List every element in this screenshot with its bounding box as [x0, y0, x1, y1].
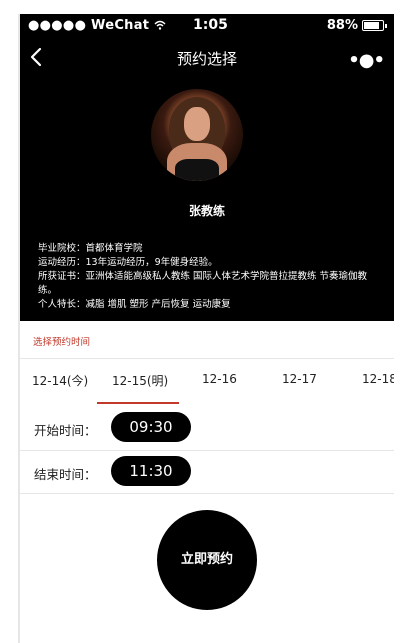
divider — [20, 358, 394, 359]
coach-info: 毕业院校：首都体育学院 运动经历：13年运动经历，9年健身经验。 所获证书：亚洲… — [38, 242, 384, 312]
carrier-label: ●●●●● WeChat — [28, 18, 166, 33]
end-time-picker[interactable]: 11:30 — [111, 456, 191, 486]
date-tabs: 12-14(今) 12-15(明) 12-16 12-17 12-18 — [20, 360, 394, 404]
start-time-picker[interactable]: 09:30 — [111, 412, 191, 442]
phone-screen: ●●●●● WeChat 1:05 88% 预约选择 •●• 张教练 毕业院校：… — [20, 14, 394, 643]
end-time-row: 结束时间： 11:30 — [20, 452, 394, 492]
book-now-button[interactable]: 立即预约 — [157, 510, 257, 610]
more-icon[interactable]: •●• — [348, 50, 385, 71]
battery-indicator: 88% — [326, 18, 387, 33]
status-bar: ●●●●● WeChat 1:05 88% — [20, 14, 394, 38]
date-tab[interactable]: 12-14(今) — [32, 372, 88, 389]
selected-tab-indicator — [97, 402, 179, 404]
info-school: 毕业院校：首都体育学院 — [38, 243, 143, 254]
end-time-label: 结束时间： — [34, 467, 97, 482]
info-specialties: 个人特长：减脂 增肌 塑形 产后恢复 运动康复 — [38, 299, 231, 310]
divider — [20, 493, 394, 494]
divider — [20, 450, 394, 451]
select-time-hint: 选择预约时间 — [33, 337, 91, 348]
date-tab[interactable]: 12-17 — [282, 372, 317, 386]
battery-icon — [362, 20, 387, 31]
clock: 1:05 — [193, 17, 228, 33]
coach-name: 张教练 — [188, 204, 225, 218]
battery-percent: 88% — [326, 18, 358, 33]
nav-bar: 预约选择 •●• — [20, 40, 394, 76]
coach-avatar — [151, 89, 243, 181]
date-tab[interactable]: 12-18 — [362, 372, 394, 386]
page-title: 预约选择 — [176, 50, 237, 68]
date-tab-selected[interactable]: 12-15(明) — [112, 372, 168, 389]
date-tab[interactable]: 12-16 — [202, 372, 237, 386]
wifi-icon — [154, 20, 166, 30]
start-time-row: 开始时间： 09:30 — [20, 408, 394, 448]
info-certificates: 所获证书：亚洲体适能高级私人教练 国际人体艺术学院普拉提教练 节奏瑜伽教练。 — [38, 271, 368, 296]
info-experience: 运动经历：13年运动经历，9年健身经验。 — [38, 257, 218, 268]
coach-header: ●●●●● WeChat 1:05 88% 预约选择 •●• 张教练 毕业院校：… — [20, 14, 394, 321]
start-time-label: 开始时间： — [34, 423, 97, 438]
